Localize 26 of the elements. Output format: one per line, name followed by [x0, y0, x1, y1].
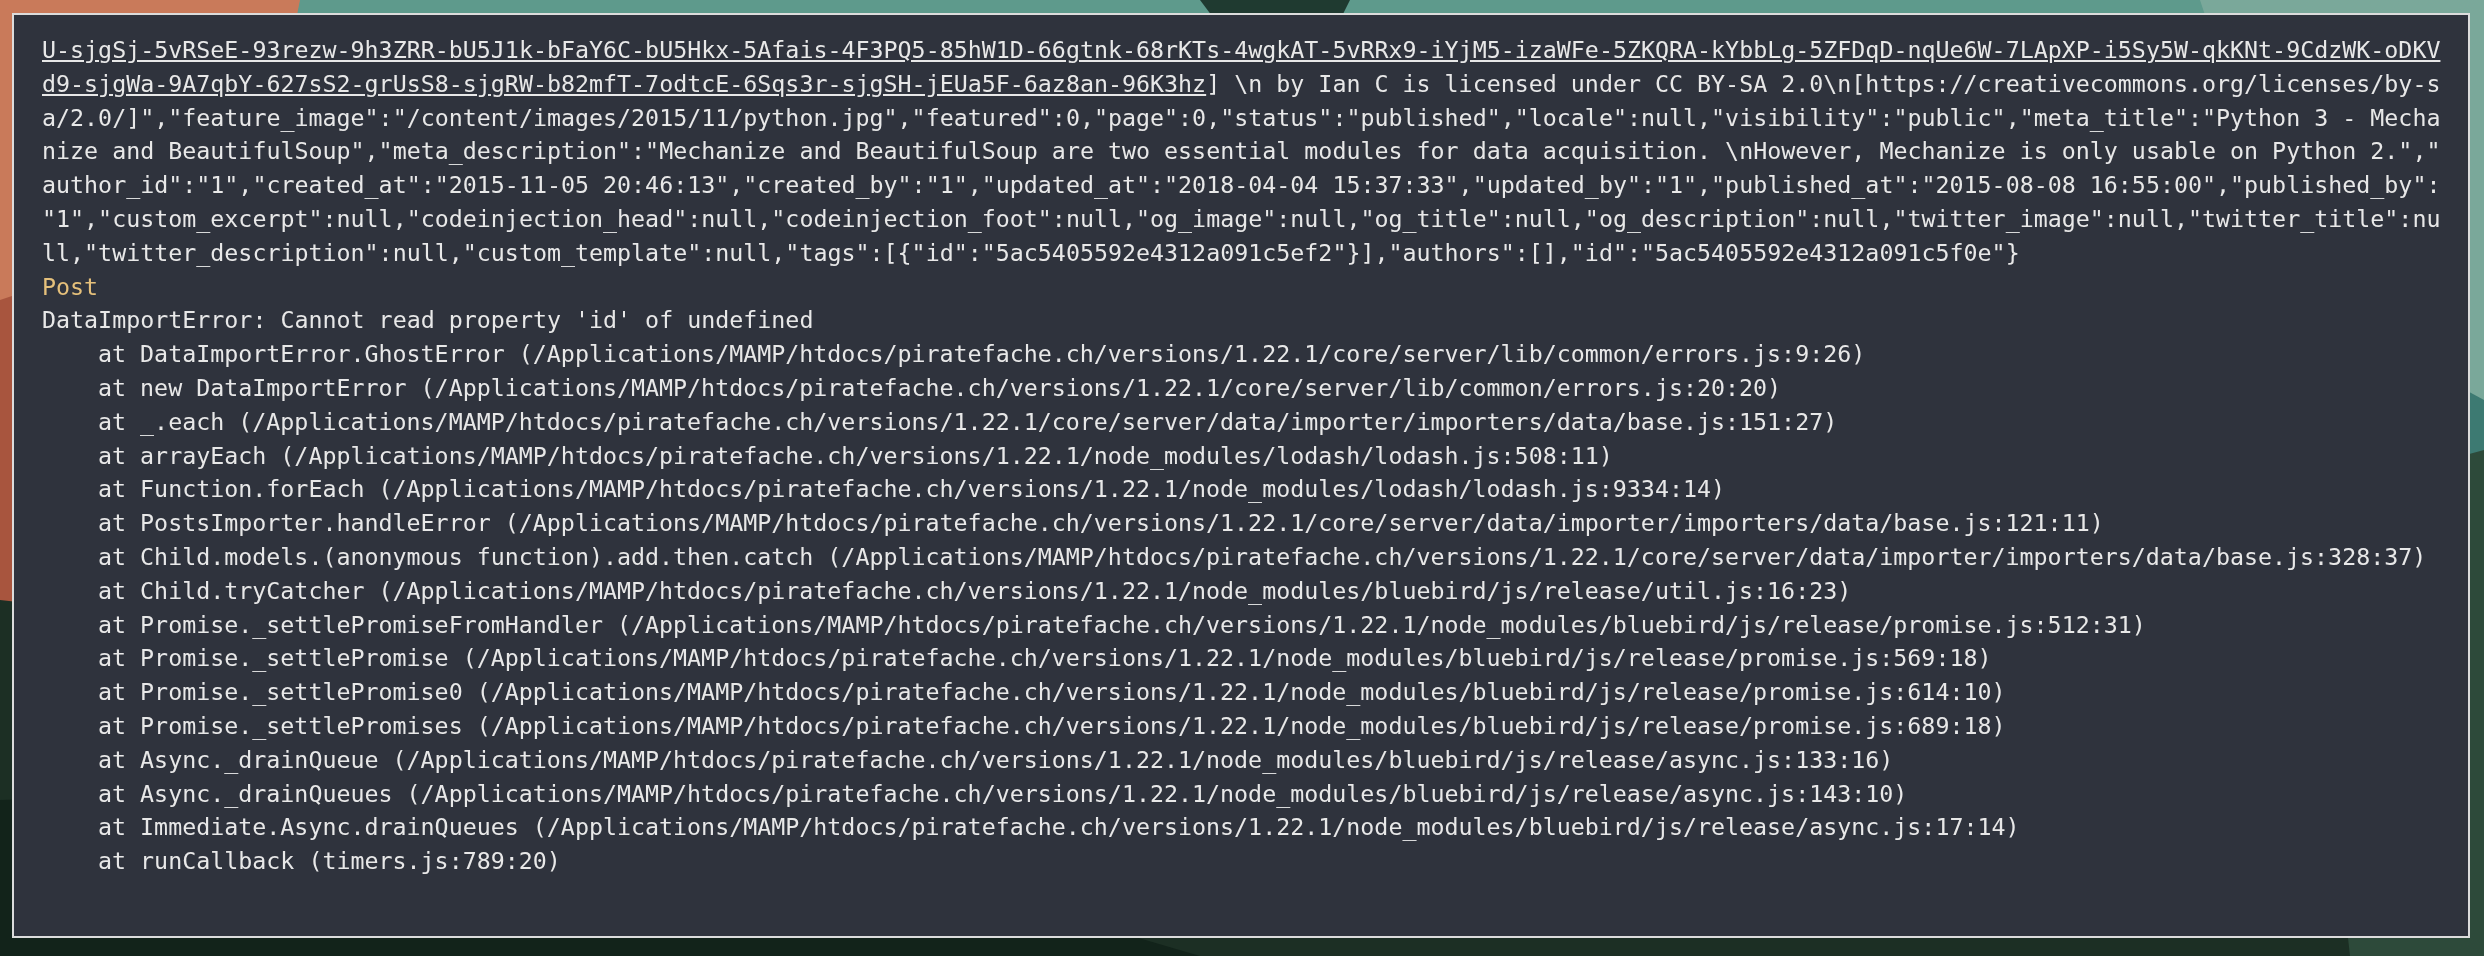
log-line: ll,"twitter_description":null,"custom_template":null,"tags":[{"id":"5ac5405592e4312a091c5ef2"}],"authors":[],"id":"5ac5405592e4312a091c5f0e"}: [42, 238, 2020, 266]
stack-frame: at Child.models.(anonymous function).add.then.catch (/Applications/MAMP/htdocs/piratefache.ch/versions/1.22.1/core/server/data/importer/importers/data/base.js:328:37): [98, 542, 2427, 570]
stack-frame: at _.each (/Applications/MAMP/htdocs/piratefache.ch/versions/1.22.1/core/server/data/importer/importers/data/base.js:151:27): [98, 407, 1838, 435]
log-line: nize and BeautifulSoup","meta_description":"Mechanize and BeautifulSoup are two essential modules for data acquisition. \nHowever, Mechanize is only usable on Python 2.",": [42, 137, 2441, 165]
stack-frame: at Function.forEach (/Applications/MAMP/htdocs/piratefache.ch/versions/1.22.1/node_modules/lodash/lodash.js:9334:14): [98, 475, 1725, 503]
stack-frame: at Async._drainQueue (/Applications/MAMP/htdocs/piratefache.ch/versions/1.22.1/node_modules/bluebird/js/release/async.js:133:16): [98, 745, 1894, 773]
stack-frame: at DataImportError.GhostError (/Applications/MAMP/htdocs/piratefache.ch/versions/1.22.1/core/server/lib/common/errors.js:9:26): [98, 340, 1866, 368]
url-link[interactable]: U-sjgSj-5vRSeE-93rezw-9h3ZRR-bU5J1k-bFaY6C-bU5Hkx-5Afais-4F3PQ5-85hW1D-66gtnk-68rKTs-4wgkAT-5vRRx9-iYjM5-izaWFe-5ZKQRA-kYbbLg-5ZFDqD-nqUe6W-7LApXP-i5Sy5W-qkKNt-9CdzWK-oDKV: [42, 36, 2441, 63]
stack-frame: at Child.tryCatcher (/Applications/MAMP/htdocs/piratefache.ch/versions/1.22.1/node_modules/bluebird/js/release/util.js:16:23): [98, 576, 1852, 604]
error-message: DataImportError: Cannot read property 'id' of undefined: [42, 306, 814, 334]
url-link[interactable]: d9-sjgWa-9A7qbY-627sS2-grUsS8-sjgRW-b82mfT-7odtcE-6Sqs3r-sjgSH-jEUa5F-6az8an-96K3hz: [42, 69, 1207, 97]
stack-frame: at arrayEach (/Applications/MAMP/htdocs/piratefache.ch/versions/1.22.1/node_modules/lodash/lodash.js:508:11): [98, 441, 1613, 469]
stack-frame: at Promise._settlePromises (/Applications/MAMP/htdocs/piratefache.ch/versions/1.22.1/node_modules/bluebird/js/release/promise.js:689:18): [98, 711, 2006, 739]
stack-frame: at new DataImportError (/Applications/MAMP/htdocs/piratefache.ch/versions/1.22.1/core/server/lib/common/errors.js:20:20): [98, 373, 1782, 401]
log-line: a/2.0/]","feature_image":"/content/images/2015/11/python.jpg","featured":0,"page":0,"status":"published","locale":null,"visibility":"public","meta_title":"Python 3 - Mecha: [42, 103, 2441, 131]
log-line: ] \n by Ian C is licensed under CC BY-SA 2.0\n[https://creativecommons.org/licenses/by-s: [1206, 69, 2441, 97]
stack-frame: at PostsImporter.handleError (/Applications/MAMP/htdocs/piratefache.ch/versions/1.22.1/core/server/data/importer/importers/data/base.js:121:11): [98, 509, 2104, 537]
stack-frame: at Promise._settlePromise0 (/Applications/MAMP/htdocs/piratefache.ch/versions/1.22.1/node_modules/bluebird/js/release/promise.js:614:10): [98, 678, 2006, 706]
stack-frame: at Immediate.Async.drainQueues (/Applications/MAMP/htdocs/piratefache.ch/versions/1.22.1/node_modules/bluebird/js/release/async.js:17:14): [98, 813, 2020, 841]
log-line: "1","custom_excerpt":null,"codeinjection_head":null,"codeinjection_foot":null,"og_image":null,"og_title":null,"og_description":null,"twitter_image":null,"twitter_title":nu: [42, 205, 2441, 232]
log-line: author_id":"1","created_at":"2015-11-05 20:46:13","created_by":"1","updated_at":"2018-04-04 15:37:33","updated_by":"1","published_at":"2015-08-08 16:55:00","published_by":: [42, 171, 2441, 199]
stack-frame: at Promise._settlePromiseFromHandler (/Applications/MAMP/htdocs/piratefache.ch/versions/1.22.1/node_modules/bluebird/js/release/promise.js:512:31): [98, 610, 2146, 638]
stack-frame: at runCallback (timers.js:789:20): [98, 847, 561, 875]
stack-frame: at Promise._settlePromise (/Applications/MAMP/htdocs/piratefache.ch/versions/1.22.1/node_modules/bluebird/js/release/promise.js:569:18): [98, 644, 1992, 672]
record-label: Post: [42, 272, 99, 300]
stack-frame: at Async._drainQueues (/Applications/MAMP/htdocs/piratefache.ch/versions/1.22.1/node_modules/bluebird/js/release/async.js:143:10): [98, 779, 1908, 807]
